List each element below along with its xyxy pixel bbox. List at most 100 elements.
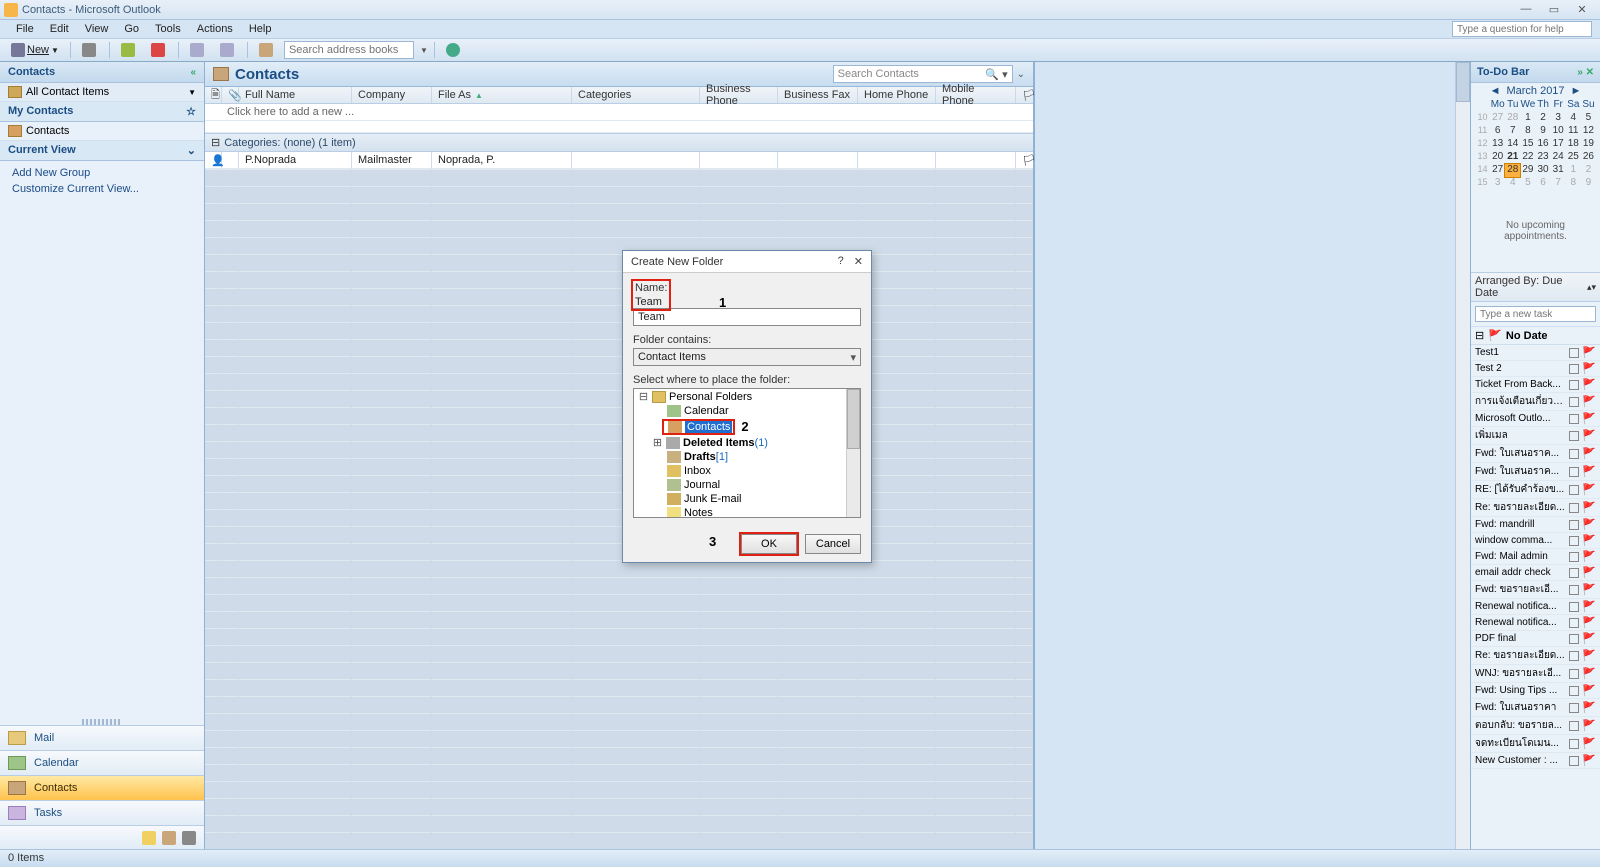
folder-contains-select[interactable]: Contact Items▾ bbox=[633, 348, 861, 366]
task-checkbox[interactable] bbox=[1569, 686, 1579, 696]
dialog-close-icon[interactable]: ✕ bbox=[854, 255, 863, 268]
calendar-day[interactable]: 11 bbox=[1566, 125, 1581, 138]
task-item[interactable]: Re: ขอรายละเอียด...🚩 bbox=[1471, 647, 1600, 665]
nav-mail[interactable]: Mail bbox=[0, 725, 204, 750]
task-checkbox[interactable] bbox=[1569, 397, 1579, 407]
task-item[interactable]: Re: ขอรายละเอียด...🚩 bbox=[1471, 499, 1600, 517]
flag-icon[interactable]: 🚩 bbox=[1582, 362, 1596, 375]
calendar-day[interactable]: 6 bbox=[1490, 125, 1505, 138]
flag-icon[interactable]: 🚩 bbox=[1582, 600, 1596, 613]
task-checkbox[interactable] bbox=[1569, 568, 1579, 578]
task-checkbox[interactable] bbox=[1569, 414, 1579, 424]
flag-icon[interactable]: 🚩 bbox=[1582, 566, 1596, 579]
calendar-day[interactable]: 24 bbox=[1551, 151, 1566, 164]
menu-edit[interactable]: Edit bbox=[42, 21, 77, 37]
flag-icon[interactable]: 🚩 bbox=[1582, 518, 1596, 531]
menu-go[interactable]: Go bbox=[116, 21, 147, 37]
flag-icon[interactable]: 🚩 bbox=[1582, 583, 1596, 596]
close-button[interactable]: ✕ bbox=[1568, 2, 1596, 18]
new-contact-row[interactable]: Click here to add a new ... bbox=[205, 104, 1033, 121]
calendar-day[interactable]: 21 bbox=[1505, 151, 1520, 164]
flag-icon[interactable]: 🚩 bbox=[1582, 632, 1596, 645]
task-checkbox[interactable] bbox=[1569, 602, 1579, 612]
collapse-nav-icon[interactable]: « bbox=[190, 67, 196, 78]
flag-icon[interactable]: 🚩 bbox=[1582, 616, 1596, 629]
task-item[interactable]: ตอบกลับ: ขอรายล...🚩 bbox=[1471, 717, 1600, 735]
calendar-day[interactable]: 5 bbox=[1520, 177, 1535, 190]
maximize-button[interactable]: ▭ bbox=[1540, 2, 1568, 18]
task-checkbox[interactable] bbox=[1569, 431, 1579, 441]
nav-contacts[interactable]: Contacts bbox=[0, 775, 204, 800]
flag-icon[interactable]: 🚩 bbox=[1582, 684, 1596, 697]
calendar-day[interactable]: 7 bbox=[1505, 125, 1520, 138]
task-item[interactable]: Renewal notifica...🚩 bbox=[1471, 599, 1600, 615]
new-button[interactable]: New ▼ bbox=[6, 40, 64, 60]
task-checkbox[interactable] bbox=[1569, 348, 1579, 358]
flag-icon[interactable]: 🚩 bbox=[1582, 534, 1596, 547]
calendar-day[interactable]: 26 bbox=[1581, 151, 1596, 164]
list-view-button[interactable] bbox=[215, 40, 241, 60]
help-button[interactable] bbox=[441, 40, 467, 60]
search-contacts-input[interactable]: Search Contacts 🔍 ▾ bbox=[833, 65, 1013, 83]
calendar-day[interactable]: 28 bbox=[1505, 112, 1520, 125]
col-flag[interactable]: 🏳 bbox=[1016, 87, 1033, 103]
task-checkbox[interactable] bbox=[1569, 552, 1579, 562]
task-checkbox[interactable] bbox=[1569, 364, 1579, 374]
flag-icon[interactable]: 🚩 bbox=[1582, 346, 1596, 359]
address-book-button[interactable] bbox=[254, 40, 280, 60]
col-homephone[interactable]: Home Phone bbox=[858, 87, 936, 103]
dialog-titlebar[interactable]: Create New Folder ? ✕ bbox=[623, 251, 871, 273]
followup-button[interactable] bbox=[146, 40, 172, 60]
task-item[interactable]: Fwd: ใบเสนอราคา🚩 bbox=[1471, 699, 1600, 717]
calendar-day[interactable]: 12 bbox=[1581, 125, 1596, 138]
contacts-folder[interactable]: Contacts bbox=[0, 122, 204, 141]
calendar-day[interactable]: 27 bbox=[1490, 164, 1505, 177]
calendar-day[interactable]: 18 bbox=[1566, 138, 1581, 151]
calendar-day[interactable]: 6 bbox=[1536, 177, 1551, 190]
flag-icon[interactable]: 🚩 bbox=[1582, 649, 1596, 662]
calendar-day[interactable]: 10 bbox=[1551, 125, 1566, 138]
calendar-day[interactable]: 15 bbox=[1520, 138, 1535, 151]
new-task-input[interactable] bbox=[1475, 306, 1596, 322]
task-item[interactable]: window comma...🚩 bbox=[1471, 533, 1600, 549]
calendar-day[interactable]: 1 bbox=[1566, 164, 1581, 177]
calendar-day[interactable]: 4 bbox=[1566, 112, 1581, 125]
task-item[interactable]: New Customer : ...🚩 bbox=[1471, 753, 1600, 769]
calendar-day[interactable]: 1 bbox=[1520, 112, 1535, 125]
calendar-day[interactable]: 9 bbox=[1536, 125, 1551, 138]
shortcuts-mini-icon[interactable] bbox=[182, 831, 196, 845]
task-item[interactable]: การแจ้งเตือนเกี่ยวก...🚩 bbox=[1471, 393, 1600, 411]
task-item[interactable]: เพิ่มเมล🚩 bbox=[1471, 427, 1600, 445]
col-mobile[interactable]: Mobile Phone bbox=[936, 87, 1016, 103]
col-fullname[interactable]: Full Name bbox=[239, 87, 352, 103]
arranged-by-header[interactable]: Arranged By: Due Date▴▾ bbox=[1471, 272, 1600, 302]
address-search-input[interactable] bbox=[284, 41, 414, 59]
nav-tasks[interactable]: Tasks bbox=[0, 800, 204, 825]
col-attach[interactable]: 📎 bbox=[222, 87, 239, 103]
task-item[interactable]: Fwd: Mail admin🚩 bbox=[1471, 549, 1600, 565]
calendar-day[interactable]: 14 bbox=[1505, 138, 1520, 151]
contact-row[interactable]: 👤 P.Noprada Mailmaster Noprada, P. 🏳 bbox=[205, 152, 1033, 169]
col-icon[interactable]: 🗎 bbox=[205, 87, 222, 103]
task-checkbox[interactable] bbox=[1569, 651, 1579, 661]
cancel-button[interactable]: Cancel bbox=[805, 534, 861, 554]
flag-icon[interactable]: 🚩 bbox=[1582, 550, 1596, 563]
folder-mini-icon[interactable] bbox=[162, 831, 176, 845]
col-company[interactable]: Company bbox=[352, 87, 432, 103]
calendar-day[interactable]: 9 bbox=[1581, 177, 1596, 190]
task-checkbox[interactable] bbox=[1569, 536, 1579, 546]
task-checkbox[interactable] bbox=[1569, 739, 1579, 749]
task-item[interactable]: email addr check🚩 bbox=[1471, 565, 1600, 581]
task-item[interactable]: Fwd: Using Tips ...🚩 bbox=[1471, 683, 1600, 699]
task-item[interactable]: Renewal notifica...🚩 bbox=[1471, 615, 1600, 631]
task-item[interactable]: Ticket From Back...🚩 bbox=[1471, 377, 1600, 393]
calendar-day[interactable]: 13 bbox=[1490, 138, 1505, 151]
calendar-day[interactable]: 27 bbox=[1490, 112, 1505, 125]
col-bizfax[interactable]: Business Fax bbox=[778, 87, 858, 103]
task-item[interactable]: Fwd: ใบเสนอราค...🚩 bbox=[1471, 463, 1600, 481]
task-checkbox[interactable] bbox=[1569, 485, 1579, 495]
menu-help[interactable]: Help bbox=[241, 21, 280, 37]
task-checkbox[interactable] bbox=[1569, 634, 1579, 644]
flag-icon[interactable]: 🚩 bbox=[1582, 483, 1596, 496]
calendar-day[interactable]: 17 bbox=[1551, 138, 1566, 151]
